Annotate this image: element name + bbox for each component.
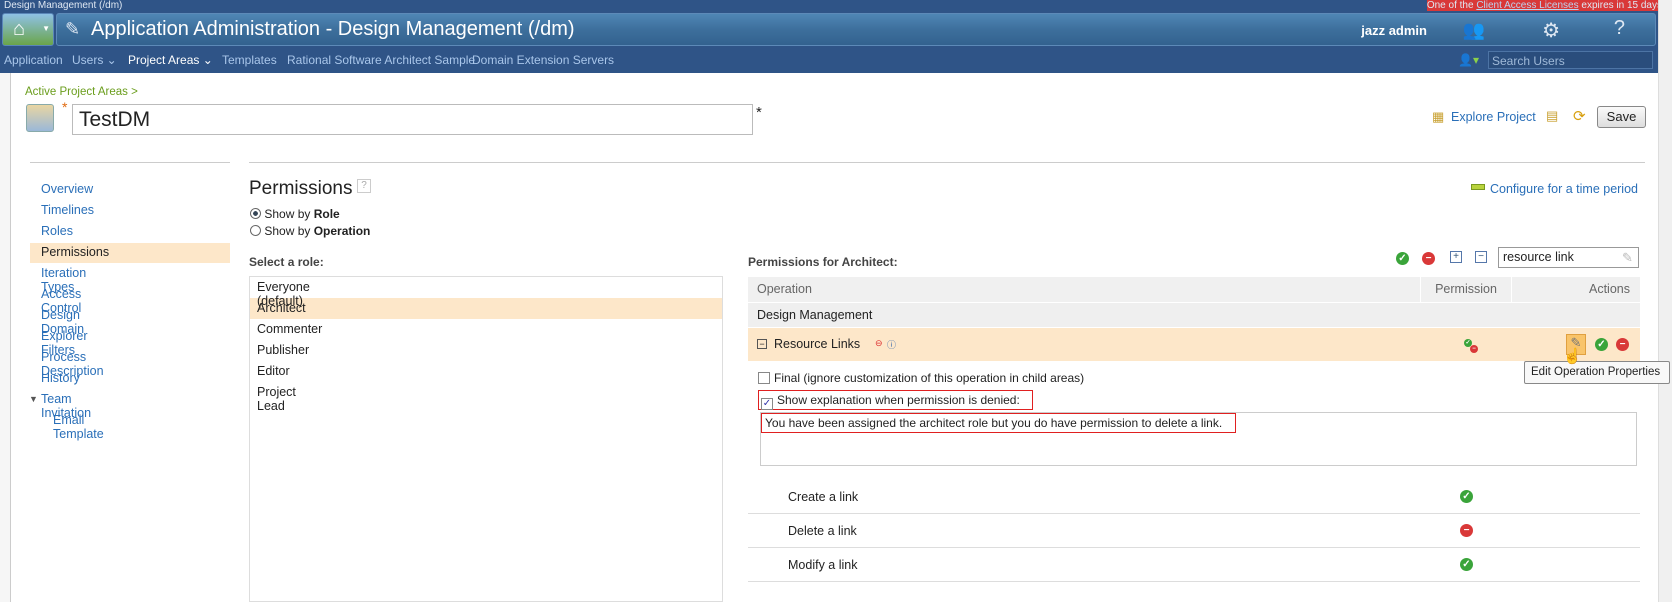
explore-project-icon: ▦ xyxy=(1432,109,1445,124)
collapse-icon[interactable]: − xyxy=(757,339,767,349)
sidebar-item-overview[interactable]: Overview xyxy=(41,182,93,196)
title-bar: ✎ Application Administration - Design Ma… xyxy=(56,13,1656,46)
deny-all-icon[interactable]: − xyxy=(1422,252,1435,265)
radio-label: Show by xyxy=(264,224,314,238)
chevron-down-icon: ▼ xyxy=(42,24,50,33)
left-panel-toggle[interactable] xyxy=(0,73,11,602)
sidebar-item-permissions[interactable]: Permissions xyxy=(41,245,109,259)
role-selected-highlight xyxy=(250,298,722,319)
sidebar-item-history[interactable]: History xyxy=(41,371,80,385)
operation-name: Resource Links xyxy=(774,337,861,351)
allow-icon[interactable]: ✓ xyxy=(1460,490,1473,503)
collapse-all-icon[interactable]: − xyxy=(1475,251,1487,263)
report-icon[interactable]: ▤ xyxy=(1546,108,1558,124)
sidebar-divider xyxy=(30,162,230,163)
permissions-for-label: Permissions for Architect: xyxy=(748,255,898,269)
final-checkbox[interactable]: Final (ignore customization of this oper… xyxy=(758,371,1084,385)
configure-time-period-link[interactable]: Configure for a time period xyxy=(1490,182,1638,196)
grant-icon[interactable]: ✓ xyxy=(1595,338,1608,351)
sidebar-item-email-template[interactable]: Email Template xyxy=(53,413,104,441)
col-actions: Actions xyxy=(1512,277,1640,302)
col-operation: Operation xyxy=(748,277,1420,302)
show-explanation-label: Show explanation when permission is deni… xyxy=(777,393,1020,407)
section-title: Permissions xyxy=(249,178,353,199)
sub-operation-row[interactable]: Modify a link ✓ xyxy=(748,549,1640,582)
nav-users[interactable]: Users ⌄ xyxy=(72,53,117,67)
show-by-operation-radio[interactable]: Show by Operation xyxy=(250,224,370,238)
final-label: Final (ignore customization of this oper… xyxy=(774,371,1085,385)
user-filter-icon[interactable]: 👤▾ xyxy=(1458,53,1479,67)
home-icon: ⌂ xyxy=(13,18,26,40)
role-item[interactable]: Project Lead xyxy=(257,385,296,413)
role-item[interactable]: Editor xyxy=(257,364,290,378)
save-button[interactable]: Save xyxy=(1597,106,1646,128)
sidebar-item-timelines[interactable]: Timelines xyxy=(41,203,94,217)
sub-operation-row[interactable]: Create a link ✓ xyxy=(748,481,1640,514)
page-title: Application Administration - Design Mana… xyxy=(91,18,575,40)
admin-tools-icon: ✎ xyxy=(65,19,81,39)
project-name-input[interactable]: TestDM xyxy=(72,104,753,135)
main-divider xyxy=(249,162,1645,163)
select-role-label: Select a role: xyxy=(249,255,324,269)
filter-input[interactable]: resource link xyxy=(1498,247,1639,268)
sub-operation-name: Create a link xyxy=(788,490,859,504)
explore-project-link[interactable]: Explore Project xyxy=(1451,110,1536,124)
sub-operation-name: Modify a link xyxy=(788,558,858,572)
notice-suffix: expires in 15 days xyxy=(1581,0,1662,11)
radio-label: Show by xyxy=(264,207,314,221)
role-item[interactable]: Architect xyxy=(257,301,306,315)
notice-prefix: One of the xyxy=(1426,0,1474,11)
grant-all-icon[interactable]: ✓ xyxy=(1396,252,1409,265)
unsaved-marker: * xyxy=(756,104,762,121)
col-permission: Permission xyxy=(1421,277,1511,302)
sub-operation-row[interactable]: Delete a link − xyxy=(748,515,1640,548)
nav-rsa-sample[interactable]: Rational Software Architect Sample xyxy=(287,53,475,67)
required-marker: * xyxy=(62,99,68,115)
deny-icon[interactable]: − xyxy=(1460,524,1473,537)
client-access-licenses-link[interactable]: Client Access Licenses xyxy=(1476,0,1578,11)
group-row: Design Management xyxy=(748,303,1640,327)
user-name[interactable]: jazz admin xyxy=(1361,23,1427,38)
gear-icon[interactable]: ⚙ xyxy=(1542,18,1560,43)
project-area-icon xyxy=(26,104,54,132)
home-menu-button[interactable]: ⌂ ▼ xyxy=(2,13,54,46)
users-icon[interactable]: 👥 xyxy=(1463,20,1485,41)
explanation-text: You have been assigned the architect rol… xyxy=(765,416,1223,430)
deny-icon[interactable]: − xyxy=(1616,338,1629,351)
refresh-icon[interactable]: ⟳ xyxy=(1573,107,1586,125)
allow-icon[interactable]: ✓ xyxy=(1460,558,1473,571)
collapse-triangle-icon[interactable]: ▼ xyxy=(29,394,38,404)
app-context: Design Management (/dm) xyxy=(4,0,123,11)
show-by-role-radio[interactable]: Show by Role xyxy=(250,207,340,221)
nav-templates[interactable]: Templates xyxy=(222,53,277,67)
clear-filter-icon[interactable]: ✎ xyxy=(1622,250,1633,266)
search-users-input[interactable]: Search Users xyxy=(1488,51,1653,69)
role-item[interactable]: Publisher xyxy=(257,343,309,357)
role-item[interactable]: Commenter xyxy=(257,322,322,336)
nav-domain-extension-servers[interactable]: Domain Extension Servers xyxy=(472,53,614,67)
help-icon[interactable]: ? xyxy=(357,179,371,193)
sidebar-item-roles[interactable]: Roles xyxy=(41,224,73,238)
denied-marker-icon: ⊖ xyxy=(875,338,883,348)
expand-all-icon[interactable]: + xyxy=(1450,251,1462,263)
operation-row[interactable]: − Resource Links ⊖ ⓘ ✓− ✎ ✓ − xyxy=(748,328,1640,361)
sub-operation-name: Delete a link xyxy=(788,524,857,538)
nav-project-areas[interactable]: Project Areas ⌄ xyxy=(128,53,213,67)
radio-label-bold: Operation xyxy=(313,224,371,238)
breadcrumb[interactable]: Active Project Areas > xyxy=(25,86,138,98)
info-icon[interactable]: ⓘ xyxy=(887,338,896,351)
time-period-icon xyxy=(1471,184,1485,190)
nav-application[interactable]: Application xyxy=(4,53,63,67)
help-icon[interactable]: ? xyxy=(1614,17,1625,40)
license-notice: One of the Client Access Licenses expire… xyxy=(1426,0,1662,11)
vertical-scrollbar[interactable] xyxy=(1658,0,1672,602)
radio-label-bold: Role xyxy=(313,207,340,221)
show-explanation-checkbox[interactable]: ✓ Show explanation when permission is den… xyxy=(761,393,1020,410)
mixed-permission-icon: ✓− xyxy=(1464,336,1478,353)
hand-cursor-icon: ☝ xyxy=(1563,348,1582,365)
nav-bar: Application Users ⌄ Project Areas ⌄ Temp… xyxy=(0,47,1658,73)
tooltip: Edit Operation Properties xyxy=(1524,361,1670,384)
